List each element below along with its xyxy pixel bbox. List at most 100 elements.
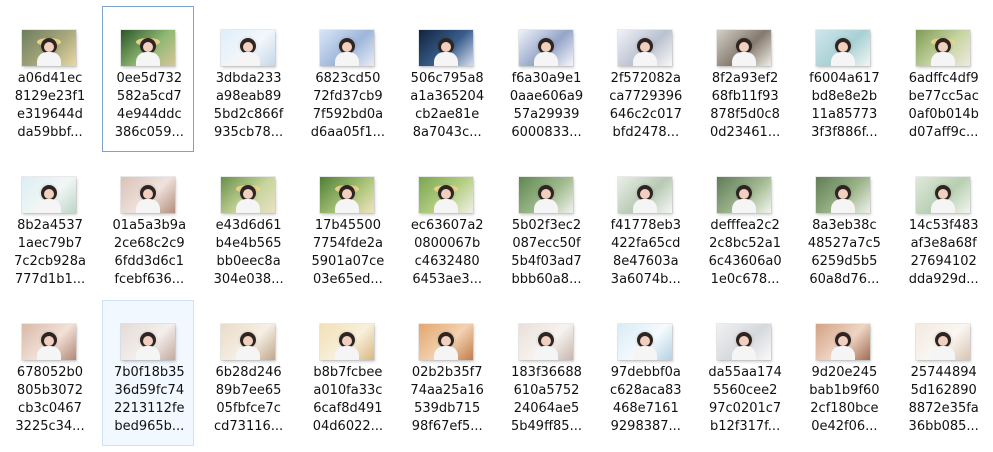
file-tile[interactable]: 3dbda233 a98eab89 5bd2c866f 935cb78... [202,6,294,152]
file-tile[interactable]: 17b45500 7754fde2a 5901a07ce 03e65ed... [301,153,393,299]
image-thumbnail[interactable] [617,177,672,213]
image-thumbnail[interactable] [220,324,275,360]
file-name-label[interactable]: 02b2b35f7 74aa25a16 539db715 98f67ef5... [406,364,488,436]
file-name-label[interactable]: da55aa174 5560cee2 97c0201c7 b12f317f... [704,364,786,436]
file-tile[interactable]: 678052b0 805b3072 cb3c0467 3225c34... [3,300,95,446]
file-name-label[interactable]: 678052b0 805b3072 cb3c0467 3225c34... [9,364,91,436]
file-tile[interactable]: 01a5a3b9a 2ce68c2c9 6fdd3d6c1 fcebf636..… [102,153,194,299]
file-tile[interactable]: e43d6d61 b4e4b565 bb0eec8a 304e038... [202,153,294,299]
file-name-label[interactable]: 183f36688 610a5752 24064ae5 5b49ff85... [506,364,588,436]
file-tile[interactable]: da55aa174 5560cee2 97c0201c7 b12f317f... [698,300,790,446]
image-thumbnail[interactable] [915,30,970,66]
file-tile[interactable]: ec63607a2 0800067b c4632480 6453ae3... [400,153,492,299]
file-tile[interactable]: a06d41ec 8129e23f1 e319644d da59bbf... [3,6,95,152]
file-name-label[interactable]: 9d20e245 bab1b9f60 2cf180bce 0e42f06... [803,364,885,436]
file-tile[interactable]: 5b02f3ec2 087ecc50f 5b4f03ad7 bbb60a8... [500,153,592,299]
image-thumbnail[interactable] [419,324,474,360]
file-name-label[interactable]: 17b45500 7754fde2a 5901a07ce 03e65ed... [307,217,389,289]
file-name-label[interactable]: 97debbf0a c628aca83 468e7161 9298387... [605,364,687,436]
portrait-face-shape [341,42,352,52]
file-name-label[interactable]: 14c53f483 af3e8a68f 27694102 dda929d... [903,217,985,289]
portrait-body-shape [37,52,61,66]
file-name-label[interactable]: 2f572082a ca7729396 646c2c017 bfd2478... [605,70,687,142]
image-thumbnail[interactable] [518,177,573,213]
image-thumbnail[interactable] [22,30,76,66]
image-thumbnail[interactable] [717,30,772,66]
portrait-body-shape [136,52,161,66]
file-name-label[interactable]: 3dbda233 a98eab89 5bd2c866f 935cb78... [208,70,290,142]
file-tile[interactable]: 8a3eb38c 48527a7c5 6259d5b5 60a8d76... [797,153,889,299]
image-thumbnail[interactable] [220,177,275,213]
file-tile[interactable]: 8f2a93ef2 68fb11f93 878f5d0c8 0d23461... [698,6,790,152]
file-name-label[interactable]: 6823cd50 72fd37cb9 7f592bd0a d6aa05f1... [307,70,389,142]
image-thumbnail[interactable] [617,324,672,360]
file-tile[interactable]: 6adffc4df9 be77cc5ac 0af0b014b d07aff9c.… [897,6,989,152]
portrait-face-shape [44,42,54,52]
file-name-label[interactable]: a06d41ec 8129e23f1 e319644d da59bbf... [9,70,91,142]
file-name-label[interactable]: 8a3eb38c 48527a7c5 6259d5b5 60a8d76... [803,217,885,289]
portrait-body-shape [334,346,359,360]
image-thumbnail[interactable] [617,30,672,66]
file-name-label[interactable]: 25744894 5d162890 8872e35fa 36bb085... [903,364,985,436]
file-tile[interactable]: 506c795a8 a1a365204 cb2ae81e 8a7043c... [400,6,492,152]
file-name-label[interactable]: f6004a617 bd8e8e2b 11a85773 3f3f886f... [803,70,885,142]
file-grid: a06d41ec 8129e23f1 e319644d da59bbf... 0e… [0,0,993,452]
file-name-label[interactable]: 6adffc4df9 be77cc5ac 0af0b014b d07aff9c.… [903,70,985,142]
image-thumbnail[interactable] [220,30,275,66]
file-name-label[interactable]: 5b02f3ec2 087ecc50f 5b4f03ad7 bbb60a8... [506,217,588,289]
portrait-body-shape [632,52,657,66]
file-tile[interactable]: 183f36688 610a5752 24064ae5 5b49ff85... [500,300,592,446]
image-thumbnail[interactable] [717,177,772,213]
file-tile[interactable]: f41778eb3 422fa65cd 8e47603a 3a6074b... [599,153,691,299]
file-name-label[interactable]: 6b28d246 89b7ee65 05fbfce7c cd73116... [208,364,290,436]
image-thumbnail[interactable] [319,30,374,66]
image-thumbnail[interactable] [121,324,176,360]
file-tile[interactable]: 02b2b35f7 74aa25a16 539db715 98f67ef5... [400,300,492,446]
file-tile[interactable]: 9d20e245 bab1b9f60 2cf180bce 0e42f06... [797,300,889,446]
portrait-face-shape [341,336,352,346]
image-thumbnail[interactable] [816,177,871,213]
file-tile[interactable]: f6a30a9e1 0aae606a9 57a29939 6000833... [500,6,592,152]
image-thumbnail[interactable] [717,324,772,360]
file-name-label[interactable]: f6a30a9e1 0aae606a9 57a29939 6000833... [506,70,588,142]
file-name-label[interactable]: 01a5a3b9a 2ce68c2c9 6fdd3d6c1 fcebf636..… [108,217,190,289]
file-tile[interactable]: 25744894 5d162890 8872e35fa 36bb085... [897,300,989,446]
portrait-body-shape [732,52,757,66]
file-name-label[interactable]: e43d6d61 b4e4b565 bb0eec8a 304e038... [208,217,290,289]
file-name-label[interactable]: 506c795a8 a1a365204 cb2ae81e 8a7043c... [406,70,488,142]
file-name-label[interactable]: b8b7fcbee a010fa33c 6caf8d491 04d6022... [307,364,389,436]
file-name-label[interactable]: 7b0f18b35 36d59fc74 2213112fe bed965b... [108,364,190,436]
image-thumbnail[interactable] [518,30,573,66]
image-thumbnail[interactable] [22,324,76,360]
file-name-label[interactable]: f41778eb3 422fa65cd 8e47603a 3a6074b... [605,217,687,289]
file-tile[interactable]: 0ee5d732 582a5cd7 4e944ddc 386c059... [102,6,195,152]
file-tile[interactable]: 6b28d246 89b7ee65 05fbfce7c cd73116... [202,300,294,446]
image-thumbnail[interactable] [915,324,970,360]
image-thumbnail[interactable] [121,177,176,213]
portrait-body-shape [434,199,459,213]
file-tile[interactable]: 7b0f18b35 36d59fc74 2213112fe bed965b... [102,300,195,446]
file-tile[interactable]: defffea2c2 2c8bc52a1 6c43606a0 1e0c678..… [698,153,790,299]
file-name-label[interactable]: 0ee5d732 582a5cd7 4e944ddc 386c059... [108,70,190,142]
file-tile[interactable]: 97debbf0a c628aca83 468e7161 9298387... [599,300,691,446]
image-thumbnail[interactable] [518,324,573,360]
file-tile[interactable]: b8b7fcbee a010fa33c 6caf8d491 04d6022... [301,300,393,446]
image-thumbnail[interactable] [915,177,970,213]
file-tile[interactable]: 2f572082a ca7729396 646c2c017 bfd2478... [599,6,691,152]
image-thumbnail[interactable] [319,177,374,213]
file-name-label[interactable]: ec63607a2 0800067b c4632480 6453ae3... [406,217,488,289]
image-thumbnail[interactable] [816,324,871,360]
file-tile[interactable]: 14c53f483 af3e8a68f 27694102 dda929d... [897,153,989,299]
file-tile[interactable]: f6004a617 bd8e8e2b 11a85773 3f3f886f... [797,6,889,152]
file-name-label[interactable]: 8f2a93ef2 68fb11f93 878f5d0c8 0d23461... [704,70,786,142]
file-name-label[interactable]: defffea2c2 2c8bc52a1 6c43606a0 1e0c678..… [704,217,786,289]
image-thumbnail[interactable] [319,324,374,360]
image-thumbnail[interactable] [816,30,871,66]
file-tile[interactable]: 8b2a4537 1aec79b7 7c2cb928a 777d1b1... [3,153,95,299]
image-thumbnail[interactable] [419,30,474,66]
file-tile[interactable]: 6823cd50 72fd37cb9 7f592bd0a d6aa05f1... [301,6,393,152]
file-name-label[interactable]: 8b2a4537 1aec79b7 7c2cb928a 777d1b1... [9,217,91,289]
image-thumbnail[interactable] [121,30,176,66]
image-thumbnail[interactable] [419,177,474,213]
image-thumbnail[interactable] [22,177,76,213]
